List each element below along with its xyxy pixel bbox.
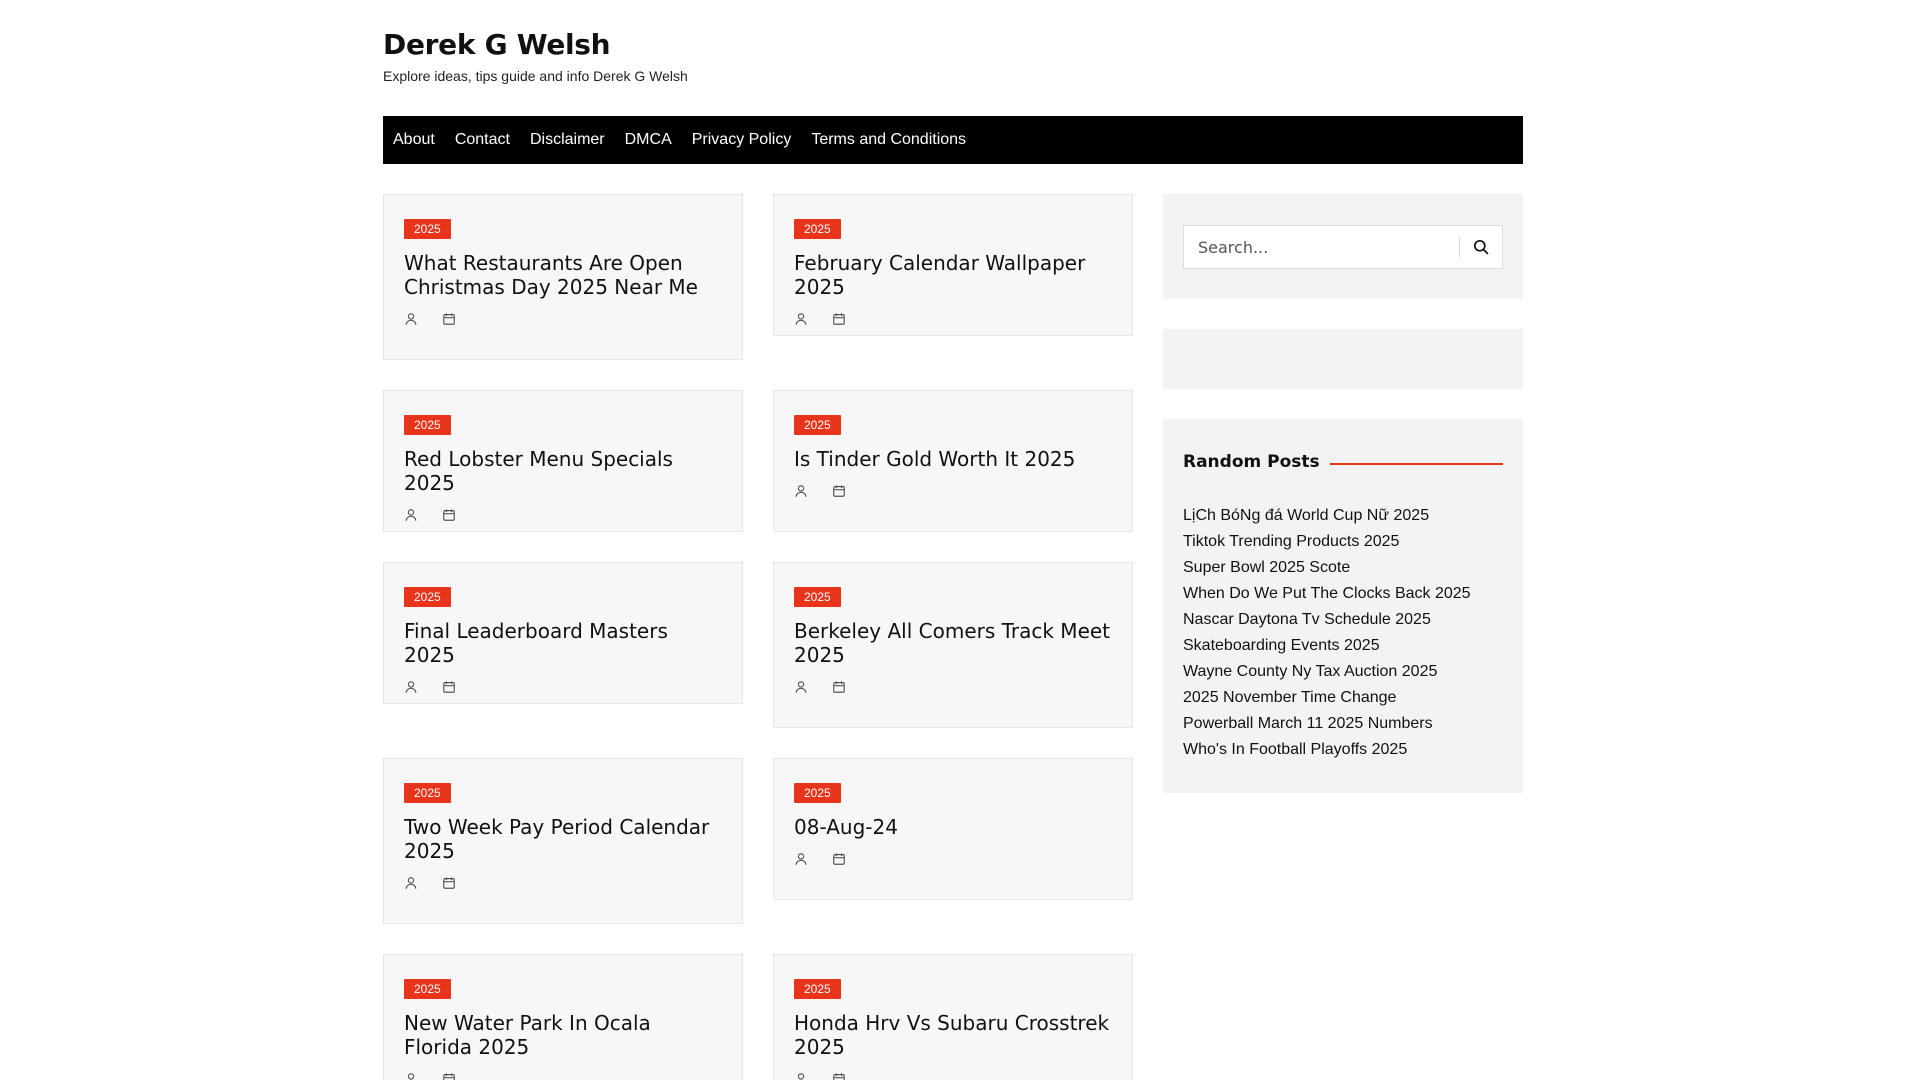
user-icon[interactable] [794,680,808,694]
nav-item-privacy-policy[interactable]: Privacy Policy [682,116,802,164]
user-icon[interactable] [404,312,418,326]
post-meta [794,851,1112,867]
post-meta [404,679,722,695]
category-badge[interactable]: 2025 [794,415,841,435]
site-header: Derek G Welsh Explore ideas, tips guide … [383,0,1523,116]
category-badge[interactable]: 2025 [404,783,451,803]
site-title[interactable]: Derek G Welsh [383,28,611,61]
post-card: 2025 What Restaurants Are Open Christmas… [383,194,743,360]
category-badge[interactable]: 2025 [404,415,451,435]
random-post-link[interactable]: Powerball March 11 2025 Numbers [1183,711,1503,737]
post-meta [404,875,722,891]
site-description: Explore ideas, tips guide and info Derek… [383,68,688,84]
post-title[interactable]: New Water Park In Ocala Florida 2025 [404,1011,722,1059]
random-posts-list: LịCh BóNg đá World Cup Nữ 2025 Tiktok Tr… [1183,503,1503,763]
calendar-icon[interactable] [442,876,456,890]
post-card: 2025 Final Leaderboard Masters 2025 [383,562,743,704]
post-title[interactable]: What Restaurants Are Open Christmas Day … [404,251,722,299]
random-post-link[interactable]: Skateboarding Events 2025 [1183,633,1503,659]
search-button[interactable] [1460,226,1502,268]
post-meta [404,507,722,523]
calendar-icon[interactable] [832,484,846,498]
post-card: 2025 Honda Hrv Vs Subaru Crosstrek 2025 [773,954,1133,1080]
post-title[interactable]: February Calendar Wallpaper 2025 [794,251,1112,299]
random-post-link[interactable]: Super Bowl 2025 Scote [1183,555,1503,581]
post-title[interactable]: Honda Hrv Vs Subaru Crosstrek 2025 [794,1011,1112,1059]
category-badge[interactable]: 2025 [404,587,451,607]
calendar-icon[interactable] [442,508,456,522]
user-icon[interactable] [404,1072,418,1080]
post-card: 2025 New Water Park In Ocala Florida 202… [383,954,743,1080]
user-icon[interactable] [794,852,808,866]
post-title[interactable]: Final Leaderboard Masters 2025 [404,619,722,667]
search-input[interactable] [1184,227,1459,267]
nav-item-terms[interactable]: Terms and Conditions [801,116,976,164]
calendar-icon[interactable] [832,312,846,326]
category-badge[interactable]: 2025 [404,979,451,999]
post-title[interactable]: Is Tinder Gold Worth It 2025 [794,447,1112,471]
calendar-icon[interactable] [832,1072,846,1080]
random-post-link[interactable]: Wayne County Ny Tax Auction 2025 [1183,659,1503,685]
widget-header: Random Posts [1183,449,1503,475]
search-icon [1473,239,1489,255]
category-badge[interactable]: 2025 [794,979,841,999]
calendar-icon[interactable] [442,680,456,694]
post-card: 2025 Red Lobster Menu Specials 2025 [383,390,743,532]
user-icon[interactable] [404,680,418,694]
search-form [1183,225,1503,269]
post-meta [794,679,1112,695]
calendar-icon[interactable] [442,1072,456,1080]
sidebar: Random Posts LịCh BóNg đá World Cup Nữ 2… [1163,194,1523,793]
user-icon[interactable] [404,508,418,522]
calendar-icon[interactable] [832,680,846,694]
post-meta [404,311,722,327]
calendar-icon[interactable] [832,852,846,866]
post-card: 2025 February Calendar Wallpaper 2025 [773,194,1133,336]
user-icon[interactable] [404,876,418,890]
category-badge[interactable]: 2025 [404,219,451,239]
calendar-icon[interactable] [442,312,456,326]
post-title[interactable]: Berkeley All Comers Track Meet 2025 [794,619,1112,667]
main-nav: About Contact Disclaimer DMCA Privacy Po… [383,116,1523,164]
widget-title: Random Posts [1183,452,1320,472]
post-meta [794,1071,1112,1080]
category-badge[interactable]: 2025 [794,783,841,803]
user-icon[interactable] [794,484,808,498]
nav-item-dmca[interactable]: DMCA [615,116,682,164]
random-post-link[interactable]: 2025 November Time Change [1183,685,1503,711]
random-post-link[interactable]: Nascar Daytona Tv Schedule 2025 [1183,607,1503,633]
random-post-link[interactable]: When Do We Put The Clocks Back 2025 [1183,581,1503,607]
post-meta [404,1071,722,1080]
random-post-link[interactable]: Tiktok Trending Products 2025 [1183,529,1503,555]
post-title[interactable]: Two Week Pay Period Calendar 2025 [404,815,722,863]
category-badge[interactable]: 2025 [794,587,841,607]
post-card: 2025 Two Week Pay Period Calendar 2025 [383,758,743,924]
post-card: 2025 Berkeley All Comers Track Meet 2025 [773,562,1133,728]
nav-item-about[interactable]: About [383,116,445,164]
random-posts-widget: Random Posts LịCh BóNg đá World Cup Nữ 2… [1163,419,1523,793]
post-card: 2025 Is Tinder Gold Worth It 2025 [773,390,1133,532]
post-title[interactable]: 08-Aug-24 [794,815,1112,839]
user-icon[interactable] [794,1072,808,1080]
nav-item-contact[interactable]: Contact [445,116,520,164]
random-post-link[interactable]: LịCh BóNg đá World Cup Nữ 2025 [1183,503,1503,529]
page-container: Derek G Welsh Explore ideas, tips guide … [383,0,1523,1080]
title-underline [1329,462,1503,465]
empty-widget [1163,329,1523,389]
post-meta [794,483,1112,499]
user-icon[interactable] [794,312,808,326]
post-card: 2025 08-Aug-24 [773,758,1133,900]
nav-item-disclaimer[interactable]: Disclaimer [520,116,615,164]
category-badge[interactable]: 2025 [794,219,841,239]
random-post-link[interactable]: Who's In Football Playoffs 2025 [1183,737,1503,763]
post-meta [794,311,1112,327]
search-widget [1163,194,1523,299]
post-title[interactable]: Red Lobster Menu Specials 2025 [404,447,722,495]
